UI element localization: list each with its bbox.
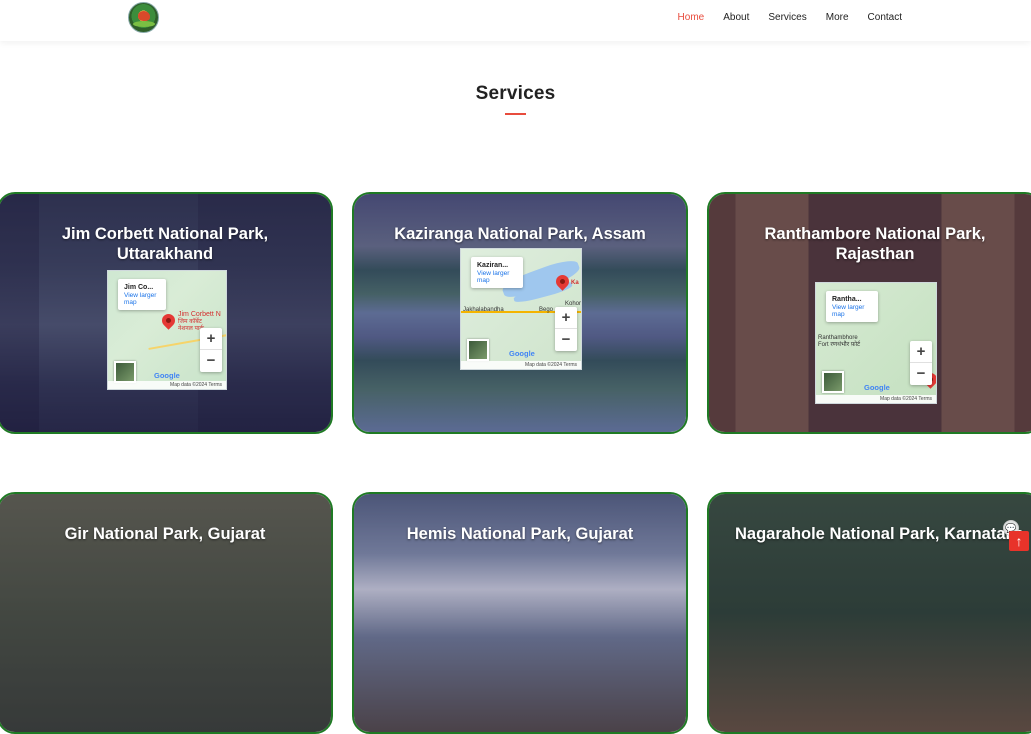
service-card-gir[interactable]: Gir National Park, Gujarat <box>0 492 333 734</box>
view-larger-map-link[interactable]: View larger map <box>477 270 517 284</box>
map-attribution[interactable]: Map data ©2024 Terms <box>461 361 581 369</box>
service-card-jim-corbett[interactable]: Jim Corbett National Park, Uttarakhand J… <box>0 192 333 434</box>
site-logo[interactable] <box>128 2 159 33</box>
map-satellite-toggle[interactable] <box>114 361 136 383</box>
site-header: Home About Services More Contact <box>0 0 1031 41</box>
map-place-name: Rantha... <box>832 296 862 303</box>
map-place-name: Jim Co... <box>124 284 154 291</box>
card-title: Nagarahole National Park, Karnataka <box>735 525 1024 543</box>
map-satellite-toggle[interactable] <box>822 371 844 393</box>
zoom-in-button[interactable]: + <box>200 328 222 350</box>
service-card-nagarahole[interactable]: Nagarahole National Park, Karnataka <box>707 492 1031 734</box>
zoom-out-button[interactable]: − <box>910 363 932 385</box>
map-marker-label: Jim Corbett N <box>178 311 221 318</box>
map-marker-label: Ranthambhore Fort रणथंभौर फ़ोर्ट <box>818 335 861 348</box>
map-attribution[interactable]: Map data ©2024 Terms <box>816 395 936 403</box>
card-title: Jim Corbett National Park, Uttarakhand <box>61 225 269 263</box>
nav-home[interactable]: Home <box>678 12 705 24</box>
nav-contact[interactable]: Contact <box>868 12 902 24</box>
card-title: Kaziranga National Park, Assam <box>394 225 646 243</box>
map-satellite-toggle[interactable] <box>467 339 489 361</box>
service-card-kaziranga[interactable]: Kaziranga National Park, Assam Kaziran..… <box>352 192 688 434</box>
section-title: Services <box>475 83 556 104</box>
embedded-map[interactable]: Rantha... View larger map Ranthambhore F… <box>815 282 937 404</box>
map-info-box: Rantha... View larger map <box>826 291 878 322</box>
map-town-label: Bego <box>539 307 554 313</box>
embedded-map[interactable]: Jim Co... View larger map Jim Corbett N … <box>107 270 227 390</box>
map-zoom-control: + − <box>910 341 932 385</box>
google-logo: Google <box>864 383 890 392</box>
card-title: Gir National Park, Gujarat <box>64 525 266 543</box>
main-nav: Home About Services More Contact <box>659 12 902 24</box>
zoom-out-button[interactable]: − <box>555 329 577 351</box>
map-attribution[interactable]: Map data ©2024 Terms <box>108 381 226 389</box>
title-underline <box>505 113 526 115</box>
view-larger-map-link[interactable]: View larger map <box>832 304 872 318</box>
map-info-box: Kaziran... View larger map <box>471 257 523 288</box>
card-title: Ranthambore National Park, Rajasthan <box>764 225 986 263</box>
leaf-icon <box>133 21 155 27</box>
bird-icon <box>138 11 150 21</box>
map-town-label: Jakhalabandha <box>463 307 504 313</box>
nav-more[interactable]: More <box>826 12 849 24</box>
nav-about[interactable]: About <box>723 12 749 24</box>
zoom-in-button[interactable]: + <box>910 341 932 363</box>
map-place-name: Kaziran... <box>477 262 509 269</box>
map-info-box: Jim Co... View larger map <box>118 279 166 310</box>
google-logo: Google <box>154 371 180 380</box>
map-marker-label: Ka <box>571 280 579 286</box>
map-zoom-control: + − <box>555 307 577 351</box>
google-logo: Google <box>509 349 535 358</box>
zoom-in-button[interactable]: + <box>555 307 577 329</box>
map-zoom-control: + − <box>200 328 222 372</box>
service-card-ranthambore[interactable]: Ranthambore National Park, Rajasthan Ran… <box>707 192 1031 434</box>
zoom-out-button[interactable]: − <box>200 350 222 372</box>
embedded-map[interactable]: Kaziran... View larger map Ka Jakhalaban… <box>460 248 582 370</box>
card-title: Hemis National Park, Gujarat <box>406 525 634 543</box>
scroll-to-top-button[interactable]: ↑ <box>1009 531 1029 551</box>
view-larger-map-link[interactable]: View larger map <box>124 292 160 306</box>
nav-services[interactable]: Services <box>768 12 806 24</box>
service-card-hemis[interactable]: Hemis National Park, Gujarat <box>352 492 688 734</box>
